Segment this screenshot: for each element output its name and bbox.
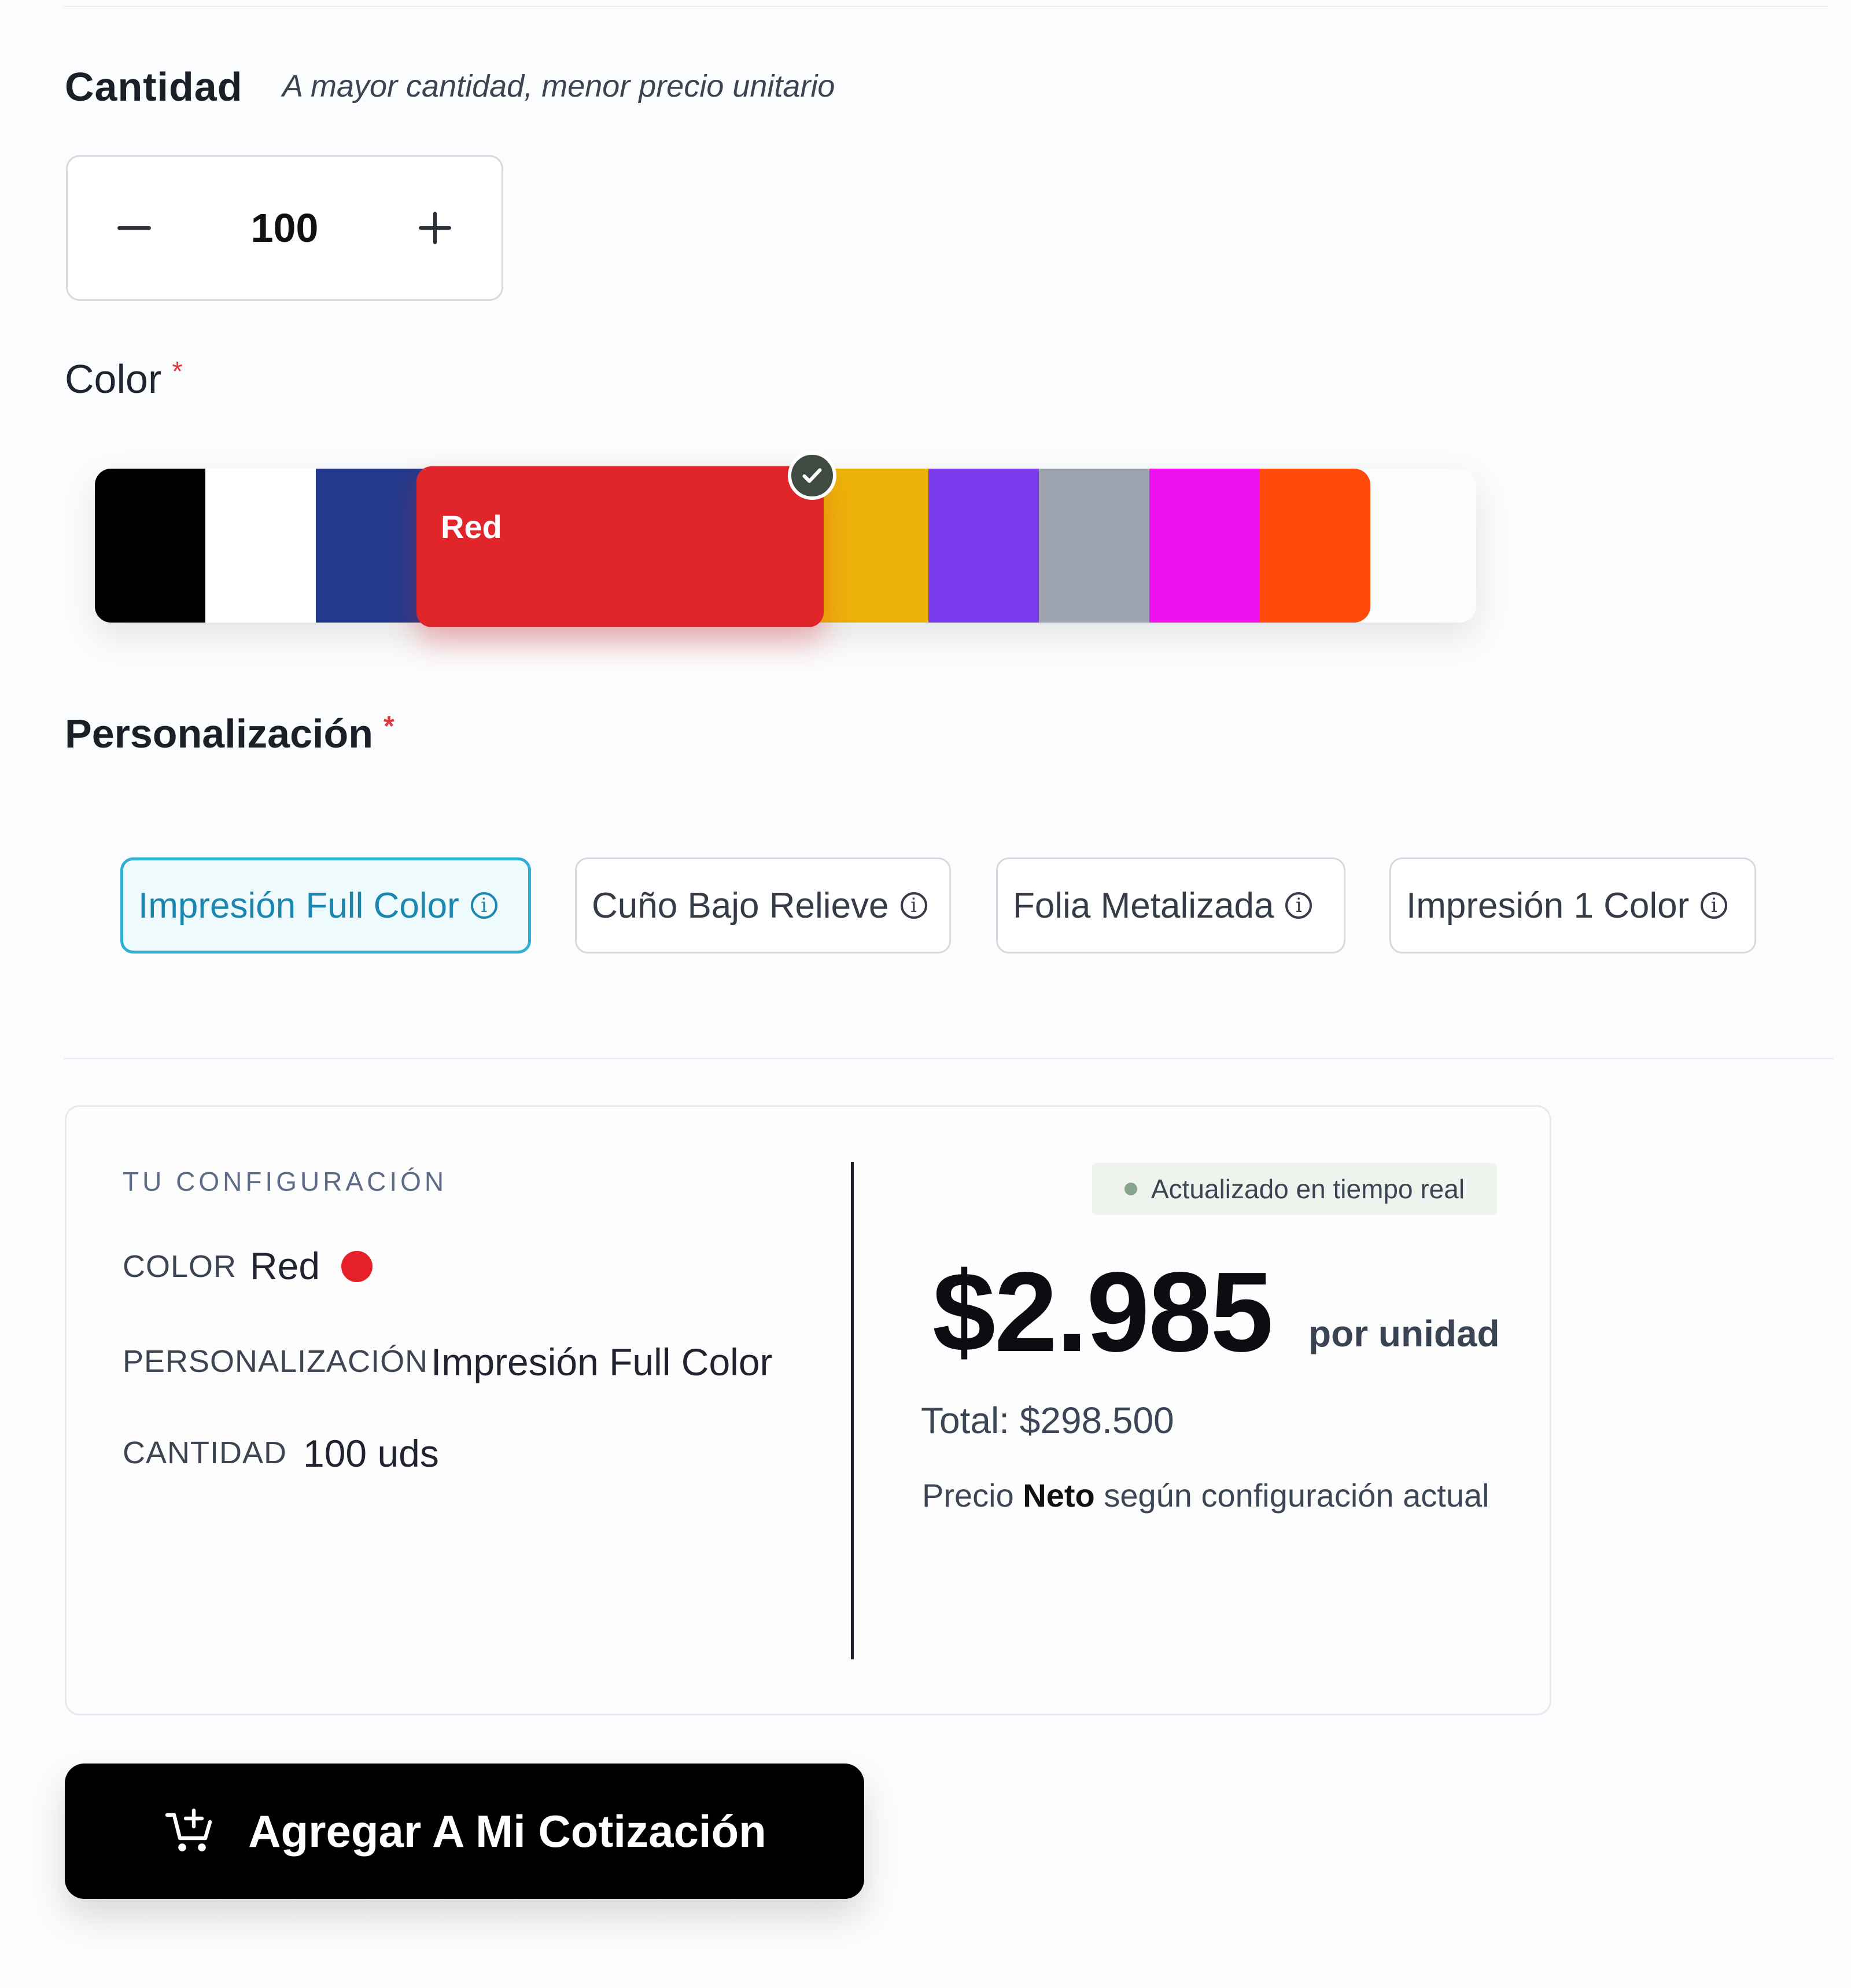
required-mark: *: [172, 356, 183, 387]
summary-personalization-label: PERSONALIZACIÓN: [123, 1344, 429, 1379]
net-bold: Neto: [1023, 1477, 1095, 1514]
option-label: Cuño Bajo Relieve: [592, 885, 889, 926]
info-icon[interactable]: i: [1285, 892, 1312, 919]
personalization-title-text: Personalización: [65, 711, 373, 756]
personalization-title: Personalización *: [65, 710, 394, 757]
net-prefix: Precio: [922, 1477, 1014, 1514]
color-title-text: Color: [65, 356, 162, 402]
swatch-purple[interactable]: [928, 469, 1039, 623]
decrement-button[interactable]: [68, 157, 201, 299]
option-cuno-bajo-relieve[interactable]: Cuño Bajo Relieve i: [575, 857, 951, 953]
status-dot: [1124, 1183, 1137, 1195]
plus-icon: [419, 212, 451, 244]
required-mark: *: [383, 711, 394, 742]
increment-button[interactable]: [368, 157, 502, 299]
summary-color-label: COLOR: [123, 1249, 237, 1284]
swatch-magenta[interactable]: [1149, 469, 1260, 623]
quantity-value[interactable]: 100: [201, 157, 368, 299]
section-divider: [64, 1058, 1834, 1059]
option-impresion-full-color[interactable]: Impresión Full Color i: [120, 857, 531, 953]
add-to-cart-icon: [165, 1808, 212, 1851]
option-label: Impresión 1 Color: [1406, 885, 1690, 926]
quantity-hint: A mayor cantidad, menor precio unitario: [282, 69, 835, 104]
swatch-white[interactable]: [205, 469, 316, 623]
realtime-badge: Actualizado en tiempo real: [1092, 1163, 1497, 1215]
add-to-quote-button[interactable]: Agregar A Mi Cotización: [65, 1764, 864, 1899]
swatch-yellow[interactable]: [818, 469, 928, 623]
summary-color-value: Red: [250, 1245, 320, 1287]
option-label: Impresión Full Color: [138, 885, 459, 926]
net-price-note: Precio Neto según configuración actual: [922, 1477, 1489, 1514]
minus-icon: [117, 226, 151, 230]
swatch-red-selected[interactable]: Red: [416, 466, 824, 627]
summary-color-dot: [341, 1251, 373, 1282]
realtime-badge-text: Actualizado en tiempo real: [1151, 1174, 1465, 1204]
total-price: Total: $298.500: [921, 1400, 1174, 1441]
summary-divider: [851, 1162, 854, 1659]
unit-price: $2.985: [932, 1249, 1273, 1375]
quantity-title: Cantidad: [65, 64, 243, 109]
configuration-title: TU CONFIGURACIÓN: [123, 1166, 448, 1197]
selected-color-label: Red: [441, 509, 502, 545]
checkmark-icon: [788, 451, 836, 500]
net-suffix: según configuración actual: [1104, 1477, 1489, 1514]
info-icon[interactable]: i: [900, 892, 927, 919]
summary-quantity-label: CANTIDAD: [123, 1435, 287, 1470]
add-to-quote-label: Agregar A Mi Cotización: [248, 1805, 766, 1857]
swatch-orange[interactable]: [1260, 469, 1370, 623]
quantity-stepper: 100: [66, 155, 503, 301]
color-title: Color *: [65, 356, 183, 402]
info-icon[interactable]: i: [470, 892, 497, 919]
per-unit-label: por unidad: [1308, 1313, 1500, 1354]
option-impresion-1-color[interactable]: Impresión 1 Color i: [1389, 857, 1756, 953]
summary-personalization-value: Impresión Full Color: [431, 1341, 773, 1383]
info-icon[interactable]: i: [1701, 892, 1728, 919]
option-label: Folia Metalizada: [1013, 885, 1274, 926]
swatch-gray[interactable]: [1039, 469, 1149, 623]
swatch-blue[interactable]: [316, 469, 426, 623]
top-divider: [64, 6, 1828, 7]
summary-quantity-value: 100 uds: [303, 1432, 439, 1475]
option-folia-metalizada[interactable]: Folia Metalizada i: [996, 857, 1345, 953]
swatch-black[interactable]: [95, 469, 205, 623]
